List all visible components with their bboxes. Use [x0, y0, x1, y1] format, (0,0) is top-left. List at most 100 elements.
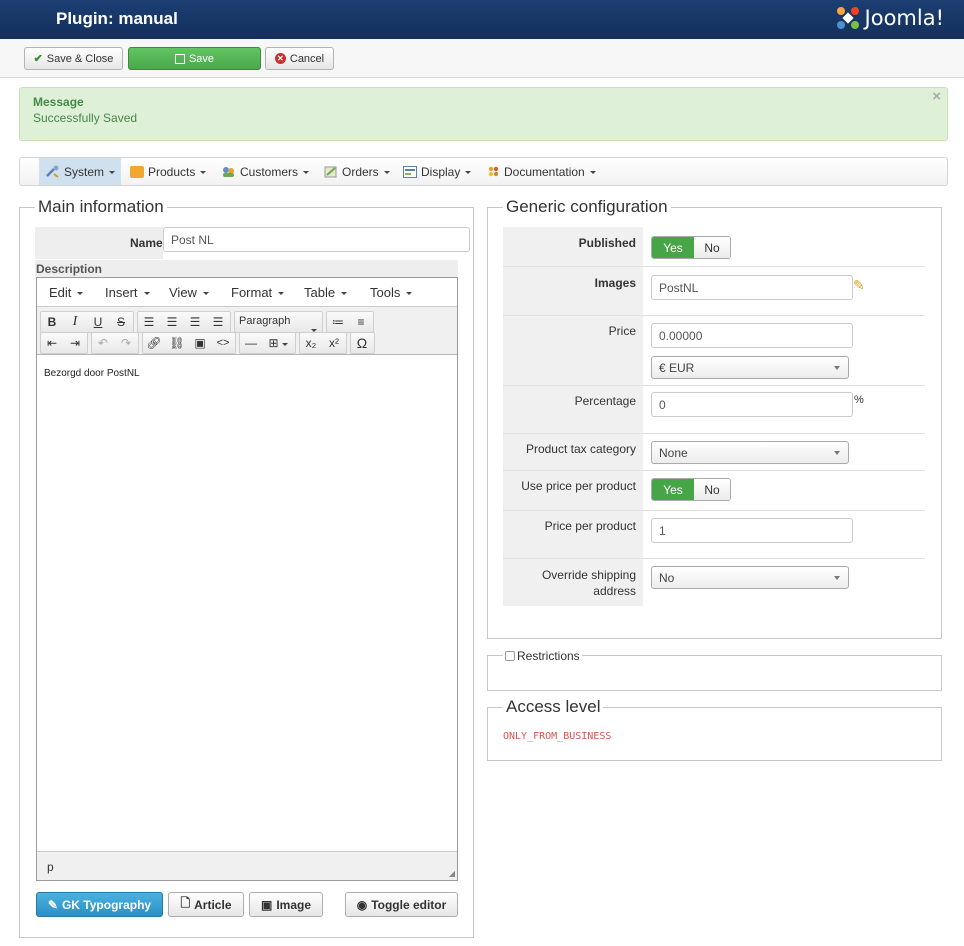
undo-icon[interactable]: ↶	[92, 333, 114, 353]
editor-menu-insert[interactable]: Insert	[105, 285, 150, 300]
editor-menu-tools[interactable]: Tools	[370, 285, 413, 300]
horizontal-rule-icon[interactable]: —	[240, 333, 262, 353]
underline-icon[interactable]: U	[87, 312, 109, 332]
use-ppp-no[interactable]: No	[694, 479, 730, 500]
logo-text: Joomla!	[864, 6, 944, 30]
superscript-icon[interactable]: x²	[323, 333, 345, 353]
customers-icon	[223, 167, 234, 177]
outdent-icon[interactable]: ⇤	[41, 333, 63, 353]
resize-handle-icon[interactable]: ◢	[449, 869, 455, 878]
close-icon[interactable]: ×	[932, 88, 941, 105]
tax-label: Product tax category	[525, 442, 636, 456]
menu-label-customers: Customers	[240, 164, 299, 179]
menu-item-customers[interactable]: Customers	[215, 158, 315, 185]
strikethrough-icon[interactable]: S	[110, 312, 132, 332]
editor-content[interactable]: Bezorgd door PostNL	[37, 355, 457, 851]
bullet-list-icon[interactable]: ≔	[327, 312, 349, 332]
percentage-input[interactable]: 0	[651, 392, 853, 417]
article-button[interactable]: 🗋︎ Article	[168, 892, 244, 917]
message-heading: Message	[33, 95, 84, 109]
products-icon	[130, 165, 144, 178]
joomla-logo: Joomla!	[834, 3, 944, 33]
redo-icon[interactable]: ↷	[115, 333, 137, 353]
unlink-icon[interactable]: ⛓︎	[166, 333, 188, 353]
published-yes[interactable]: Yes	[652, 237, 694, 258]
chevron-down-icon	[834, 576, 840, 580]
toolbar: ✔ Save & Close Save ✕ Cancel	[0, 39, 964, 78]
use-ppp-yes[interactable]: Yes	[652, 479, 694, 500]
access-level-value: ONLY_FROM_BUSINESS	[503, 731, 612, 742]
gk-typography-button[interactable]: ✎ GK Typography	[36, 892, 163, 917]
tax-row: Product tax category None	[503, 434, 925, 471]
cancel-button[interactable]: ✕ Cancel	[265, 47, 334, 70]
save-close-label: Save & Close	[46, 52, 114, 65]
subscript-icon[interactable]: x₂	[300, 333, 322, 353]
page-title: Plugin: manual	[56, 9, 178, 28]
element-path: p	[47, 860, 54, 874]
price-row: Price 0.00000 € EUR	[503, 316, 925, 386]
price-input[interactable]: 0.00000	[651, 323, 853, 348]
use-ppp-toggle[interactable]: Yes No	[651, 478, 731, 501]
override-row: Override shipping address No	[503, 559, 925, 606]
menu-item-documentation[interactable]: Documentation	[481, 158, 602, 185]
align-right-icon[interactable]: ☰	[184, 312, 206, 332]
component-menu: System Products Customers Orders Display…	[19, 157, 948, 186]
tax-select[interactable]: None	[651, 441, 849, 464]
pencil-edit-icon[interactable]: ✎	[853, 277, 865, 294]
name-input[interactable]: Post NL	[163, 227, 470, 252]
link-icon[interactable]: 🔗︎	[143, 333, 165, 353]
restrictions-checkbox[interactable]	[505, 651, 515, 661]
generic-configuration-legend: Generic configuration	[503, 197, 671, 217]
menu-item-products[interactable]: Products	[124, 158, 212, 185]
images-input[interactable]: PostNL	[651, 275, 853, 300]
menu-item-orders[interactable]: Orders	[318, 158, 396, 185]
editor-menu-edit[interactable]: Edit	[49, 285, 84, 300]
editor-menu-table[interactable]: Table	[304, 285, 348, 300]
image-button[interactable]: ▣ Image	[249, 892, 323, 917]
align-center-icon[interactable]: ☰	[161, 312, 183, 332]
eye-icon: ◉	[356, 897, 368, 912]
menu-item-display[interactable]: Display	[397, 158, 477, 185]
code-icon[interactable]: <>	[212, 333, 234, 353]
images-row: Images PostNL ✎	[503, 267, 925, 316]
editor-menu-view[interactable]: View	[169, 285, 209, 300]
price-label: Price	[608, 324, 636, 338]
editor-menu-format[interactable]: Format	[231, 285, 285, 300]
menu-label-display: Display	[421, 164, 461, 179]
table-icon[interactable]: ⊞	[263, 333, 293, 353]
published-label: Published	[578, 236, 636, 250]
cancel-icon: ✕	[274, 53, 286, 64]
menu-item-system[interactable]: System	[39, 158, 121, 185]
chevron-down-icon	[834, 451, 840, 455]
ppp-row: Price per product 1	[503, 511, 925, 559]
ppp-label: Price per product	[544, 519, 636, 533]
save-close-button[interactable]: ✔ Save & Close	[24, 47, 123, 70]
indent-icon[interactable]: ⇥	[64, 333, 86, 353]
save-button[interactable]: Save	[128, 47, 261, 70]
numbered-list-icon[interactable]: ≡	[350, 312, 372, 332]
toggle-editor-button[interactable]: ◉ Toggle editor	[345, 892, 458, 917]
menu-label-products: Products	[148, 164, 196, 179]
block-format-value: Paragraph	[239, 315, 291, 327]
special-character-icon[interactable]: Ω	[351, 333, 373, 353]
published-toggle[interactable]: Yes No	[651, 236, 731, 259]
override-select[interactable]: No	[651, 566, 849, 589]
restrictions-legend: Restrictions	[503, 649, 582, 663]
currency-select[interactable]: € EUR	[651, 356, 849, 379]
display-icon	[403, 165, 417, 178]
published-no[interactable]: No	[694, 237, 730, 258]
restrictions-label: Restrictions	[517, 649, 580, 663]
italic-icon[interactable]: I	[64, 312, 86, 332]
bold-icon[interactable]: B	[41, 312, 63, 332]
percentage-row: Percentage 0 %	[503, 386, 925, 434]
header-bar: Plugin: manual Joomla!	[0, 0, 964, 39]
cancel-label: Cancel	[289, 52, 325, 65]
ppp-input[interactable]: 1	[651, 518, 853, 543]
use-ppp-label: Use price per product	[521, 479, 636, 493]
align-justify-icon[interactable]: ☰	[207, 312, 229, 332]
picture-icon: ▣	[260, 897, 273, 912]
main-information-legend: Main information	[35, 197, 167, 217]
align-left-icon[interactable]: ☰	[138, 312, 160, 332]
percent-sign: %	[854, 394, 864, 406]
image-icon[interactable]: ▣	[189, 333, 211, 353]
